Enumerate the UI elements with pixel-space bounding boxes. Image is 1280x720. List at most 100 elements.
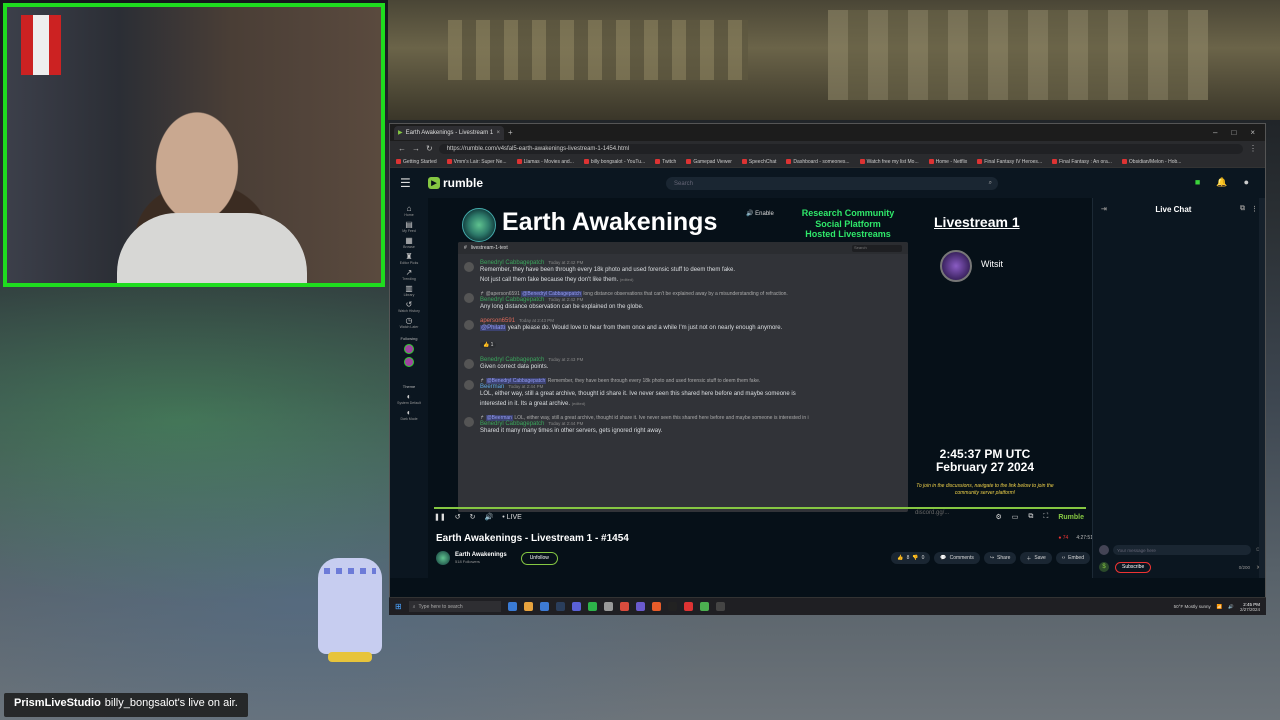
close-tab-icon[interactable]: × xyxy=(496,130,500,136)
bookmark-item[interactable]: Obsidian/Melon - Hob... xyxy=(1121,159,1181,165)
forward-icon[interactable]: → xyxy=(412,144,420,153)
trending-icon: ↗ xyxy=(405,268,413,277)
bookmark-item[interactable]: Watch free my list Mo... xyxy=(859,159,919,165)
taskbar-app-icon[interactable] xyxy=(571,602,581,611)
theme-option[interactable]: ◐ System Default xyxy=(397,392,421,405)
fullscreen-icon[interactable]: ⛶ xyxy=(1043,513,1048,521)
taskbar-app-icon[interactable] xyxy=(715,602,725,611)
bookmark-label: Twitch xyxy=(662,158,677,165)
rumble-logo[interactable]: ▶ rumble xyxy=(428,176,483,190)
windows-start-icon[interactable]: ⊞ xyxy=(395,602,402,611)
taskbar-app-icon[interactable] xyxy=(523,602,533,611)
theater-icon[interactable]: ▭ xyxy=(1012,513,1019,521)
following-channel-avatar[interactable] xyxy=(404,344,414,354)
rewind-icon[interactable]: ↺ xyxy=(455,513,461,521)
channel-avatar[interactable] xyxy=(436,551,450,565)
nav-item[interactable]: ♜ Editor Picks xyxy=(400,252,418,265)
pip-icon[interactable]: ⧉ xyxy=(1028,513,1033,521)
nav-item[interactable]: ▥ Library xyxy=(404,284,415,297)
weather-status[interactable]: 50°F Mostly sunny xyxy=(1174,604,1211,609)
taskbar-app-icon[interactable] xyxy=(603,602,613,611)
bookmark-item[interactable]: Dashboard - someones... xyxy=(786,159,850,165)
taskbar-app-icon[interactable] xyxy=(587,602,597,611)
rumble-player-logo[interactable]: Rumble xyxy=(1058,514,1084,521)
channel-name[interactable]: Earth Awakenings xyxy=(455,552,507,559)
reaction-badge[interactable]: 👍 1 xyxy=(480,342,497,348)
stream-clock: 2:45:37 PM UTC February 27 2024 xyxy=(912,448,1058,474)
search-input[interactable]: Search ⌕ xyxy=(666,177,998,190)
chat-input-row: Your message here ☺ xyxy=(1099,544,1261,556)
bookmark-item[interactable]: billy bongsalot - YouTu... xyxy=(583,159,645,165)
taskbar-app-icon[interactable] xyxy=(651,602,661,611)
bookmark-favicon-icon xyxy=(928,159,934,164)
notification-bell-icon[interactable]: 🔔 xyxy=(1216,177,1227,188)
bookmark-item[interactable]: Vmm's Lair: Super Ne... xyxy=(446,159,507,165)
share-button[interactable]: ↪ Share xyxy=(983,552,1017,564)
nav-item[interactable]: ↗ Trending xyxy=(402,268,416,281)
taskbar-clock[interactable]: 2:45 PM 2/27/2024 xyxy=(1240,602,1260,612)
volume-icon[interactable]: 🔊 xyxy=(484,513,493,521)
search-icon[interactable]: ⌕ xyxy=(989,180,992,187)
url-field[interactable]: https://rumble.com/v4sfal5-earth-awakeni… xyxy=(438,143,1243,154)
nav-item[interactable]: ↺ Watch History xyxy=(398,300,420,313)
taskbar-app-icon[interactable] xyxy=(555,602,565,611)
menu-icon[interactable]: ☰ xyxy=(400,176,420,190)
maximize-icon[interactable]: □ xyxy=(1231,128,1236,137)
nav-item[interactable]: ⌂ Home xyxy=(404,204,413,217)
close-window-icon[interactable]: × xyxy=(1250,128,1255,137)
bookmark-item[interactable]: Final Fantasy : An ora... xyxy=(1052,159,1112,165)
forward-skip-icon[interactable]: ↻ xyxy=(470,513,476,521)
page-scrollbar[interactable] xyxy=(1259,198,1265,578)
enable-audio-button[interactable]: 🔊 Enable xyxy=(746,210,774,217)
extensions-icon[interactable]: ⋮ xyxy=(1249,144,1257,153)
theme-option[interactable]: ◐ Dark Mode xyxy=(400,408,417,421)
unfollow-button[interactable]: Unfollow xyxy=(520,551,558,565)
taskbar-app-icon[interactable] xyxy=(539,602,549,611)
bookmark-item[interactable]: Llamas - Movies and... xyxy=(516,159,574,165)
pause-icon[interactable]: ❚❚ xyxy=(434,513,446,521)
taskbar-app-icon[interactable] xyxy=(635,602,645,611)
nav-item[interactable]: ◷ Watch Later xyxy=(400,316,419,329)
reload-icon[interactable]: ↻ xyxy=(426,144,433,153)
chat-message-input[interactable]: Your message here xyxy=(1113,545,1251,555)
embed-button[interactable]: ‹› Embed xyxy=(1055,552,1090,564)
save-button[interactable]: ＋ Save xyxy=(1020,552,1052,564)
taskbar-app-icon[interactable] xyxy=(667,602,677,611)
taskbar-app-icon[interactable] xyxy=(683,602,693,611)
progress-bar[interactable] xyxy=(434,507,1086,509)
taskbar-app-icon[interactable] xyxy=(507,602,517,611)
bookmark-item[interactable]: SpeechChat xyxy=(741,159,776,165)
network-icon[interactable]: 📶 xyxy=(1217,604,1223,610)
nav-item[interactable]: ▤ My Feed xyxy=(402,220,416,233)
minimize-icon[interactable]: – xyxy=(1213,128,1217,137)
bookmark-item[interactable]: Final Fantasy IV Heroes... xyxy=(977,159,1042,165)
follower-count: 518 Followers xyxy=(455,559,480,564)
following-channel-avatar[interactable] xyxy=(404,357,414,367)
comments-button[interactable]: 💬 Comments xyxy=(934,552,980,564)
message-mention: @Philatti xyxy=(480,325,507,331)
live-label: LIVE xyxy=(506,513,522,521)
back-icon[interactable]: ← xyxy=(398,144,406,153)
taskbar-search[interactable]: ⌕ Type here to search xyxy=(408,601,501,612)
subscribe-button[interactable]: Subscribe xyxy=(1115,561,1152,573)
volume-tray-icon[interactable]: 🔊 xyxy=(1228,604,1234,610)
rant-dollar-icon[interactable]: $ xyxy=(1099,562,1109,572)
vote-button[interactable]: 👍 8 👎 0 xyxy=(891,552,931,564)
bookmark-item[interactable]: Gamepad Viewer xyxy=(686,159,732,165)
bookmark-item[interactable]: Getting Started xyxy=(396,159,437,165)
user-avatar-icon[interactable]: ● xyxy=(1244,177,1249,188)
video-player[interactable]: Earth Awakenings 🔊 Enable Research Commu… xyxy=(428,198,1092,516)
taskbar-app-icon[interactable] xyxy=(699,602,709,611)
go-live-icon[interactable]: ■ xyxy=(1195,177,1200,188)
new-tab-icon[interactable]: + xyxy=(508,128,513,137)
message-line: @Philatti yeah please do. Would love to … xyxy=(480,324,908,333)
settings-icon[interactable]: ⚙ xyxy=(996,513,1002,521)
char-count: 0/200 xyxy=(1238,564,1250,570)
bookmark-item[interactable]: Home - Netflix xyxy=(928,159,967,165)
chat-more-icon[interactable]: ⋮ xyxy=(1251,205,1258,213)
browser-tab[interactable]: ▶ Earth Awakenings - Livestream 1 × xyxy=(394,125,504,140)
taskbar-app-icon[interactable] xyxy=(619,602,629,611)
bookmark-item[interactable]: Twitch xyxy=(655,159,676,165)
nav-item[interactable]: ▦ Browse xyxy=(403,236,415,249)
popout-icon[interactable]: ⧉ xyxy=(1240,205,1245,213)
